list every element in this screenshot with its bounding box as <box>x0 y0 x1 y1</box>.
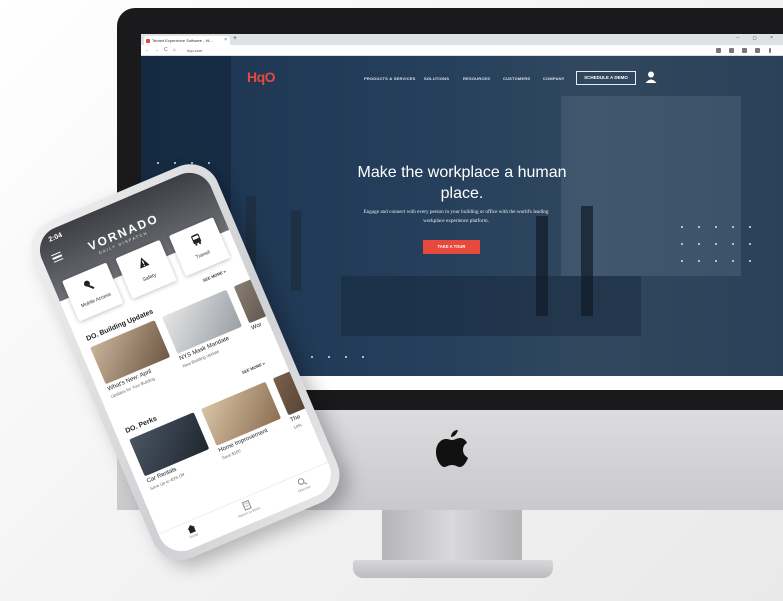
imac-foot <box>353 560 553 578</box>
browser-tabbar: Tenant Experience Software - Hi... × + –… <box>141 34 783 45</box>
bus-icon <box>191 233 202 246</box>
tile-label: Mobile Access <box>80 291 113 310</box>
window-controls[interactable]: – ◻ × <box>736 35 779 41</box>
browser-tab-title: Tenant Experience Software - Hi... <box>152 38 213 43</box>
key-icon <box>83 280 95 289</box>
card-subtitle: 10% <box>292 422 303 431</box>
hero-title-line1: Make the workplace a human <box>357 164 567 181</box>
card-title: Wor <box>250 321 263 332</box>
extension-icon[interactable] <box>716 48 721 53</box>
card-home-improvement[interactable]: Home Improvement Save $100 <box>201 381 290 466</box>
nav-company[interactable]: COMPANY <box>543 76 565 81</box>
extension-icon[interactable] <box>742 48 747 53</box>
tab-discover[interactable]: Discover <box>281 470 323 499</box>
tab-home[interactable]: Home <box>171 517 213 546</box>
address-bar: ← → C ⌂ hqo.com <box>141 45 783 56</box>
nav-customers[interactable]: CUSTOMERS <box>503 76 530 81</box>
back-icon[interactable]: ← <box>145 47 150 53</box>
profile-icon[interactable] <box>755 48 760 53</box>
hero-bg-person <box>291 211 301 291</box>
card-mask-mandate[interactable]: NYS Mask Mandate New Building Update <box>161 289 251 374</box>
see-more-updates[interactable]: SEE MORE > <box>202 269 227 283</box>
tab-return-to-work[interactable]: Return to Work <box>226 494 268 523</box>
schedule-demo-button[interactable]: SCHEDULE A DEMO <box>576 71 636 85</box>
reload-icon[interactable]: C <box>164 47 168 53</box>
nav-products[interactable]: PRODUCTS & SERVICES <box>364 76 416 81</box>
forward-icon[interactable]: → <box>154 47 159 53</box>
tile-label: Safety <box>141 272 158 284</box>
tile-label: Transit <box>194 249 212 261</box>
hero-subtitle-line2: workplace experience platform. <box>423 218 489 224</box>
favicon-icon <box>146 39 150 43</box>
site-logo-text: HqO <box>247 69 276 85</box>
hero-bg-floor <box>341 276 641 336</box>
hero-subtitle: Engage and connect with every person in … <box>321 208 591 226</box>
kebab-menu-icon[interactable] <box>769 48 771 53</box>
browser-tab[interactable]: Tenant Experience Software - Hi... × <box>144 36 230 45</box>
hamburger-menu-icon[interactable] <box>51 251 64 263</box>
user-icon[interactable] <box>644 70 658 84</box>
home-icon[interactable]: ⌂ <box>173 47 176 53</box>
nav-resources[interactable]: RESOURCES <box>463 76 490 81</box>
hero-title-line2: place. <box>440 185 484 202</box>
nav-solutions[interactable]: SOLUTIONS <box>424 76 449 81</box>
extension-icon[interactable] <box>729 48 734 53</box>
card-image <box>201 381 282 446</box>
take-tour-button[interactable]: TAKE A TOUR <box>423 240 480 254</box>
see-more-perks[interactable]: SEE MORE > <box>241 361 266 375</box>
apple-logo-icon <box>436 430 468 467</box>
close-tab-icon[interactable]: × <box>224 36 227 45</box>
hero-subtitle-line1: Engage and connect with every person in … <box>363 209 549 215</box>
new-tab-button[interactable]: + <box>233 35 237 42</box>
hero-bg-person <box>536 216 548 316</box>
warning-icon <box>140 257 150 269</box>
card-image <box>161 289 243 354</box>
status-time: 2:04 <box>47 231 64 244</box>
url-field[interactable]: hqo.com <box>187 48 202 53</box>
site-logo[interactable]: HqO <box>247 69 276 85</box>
